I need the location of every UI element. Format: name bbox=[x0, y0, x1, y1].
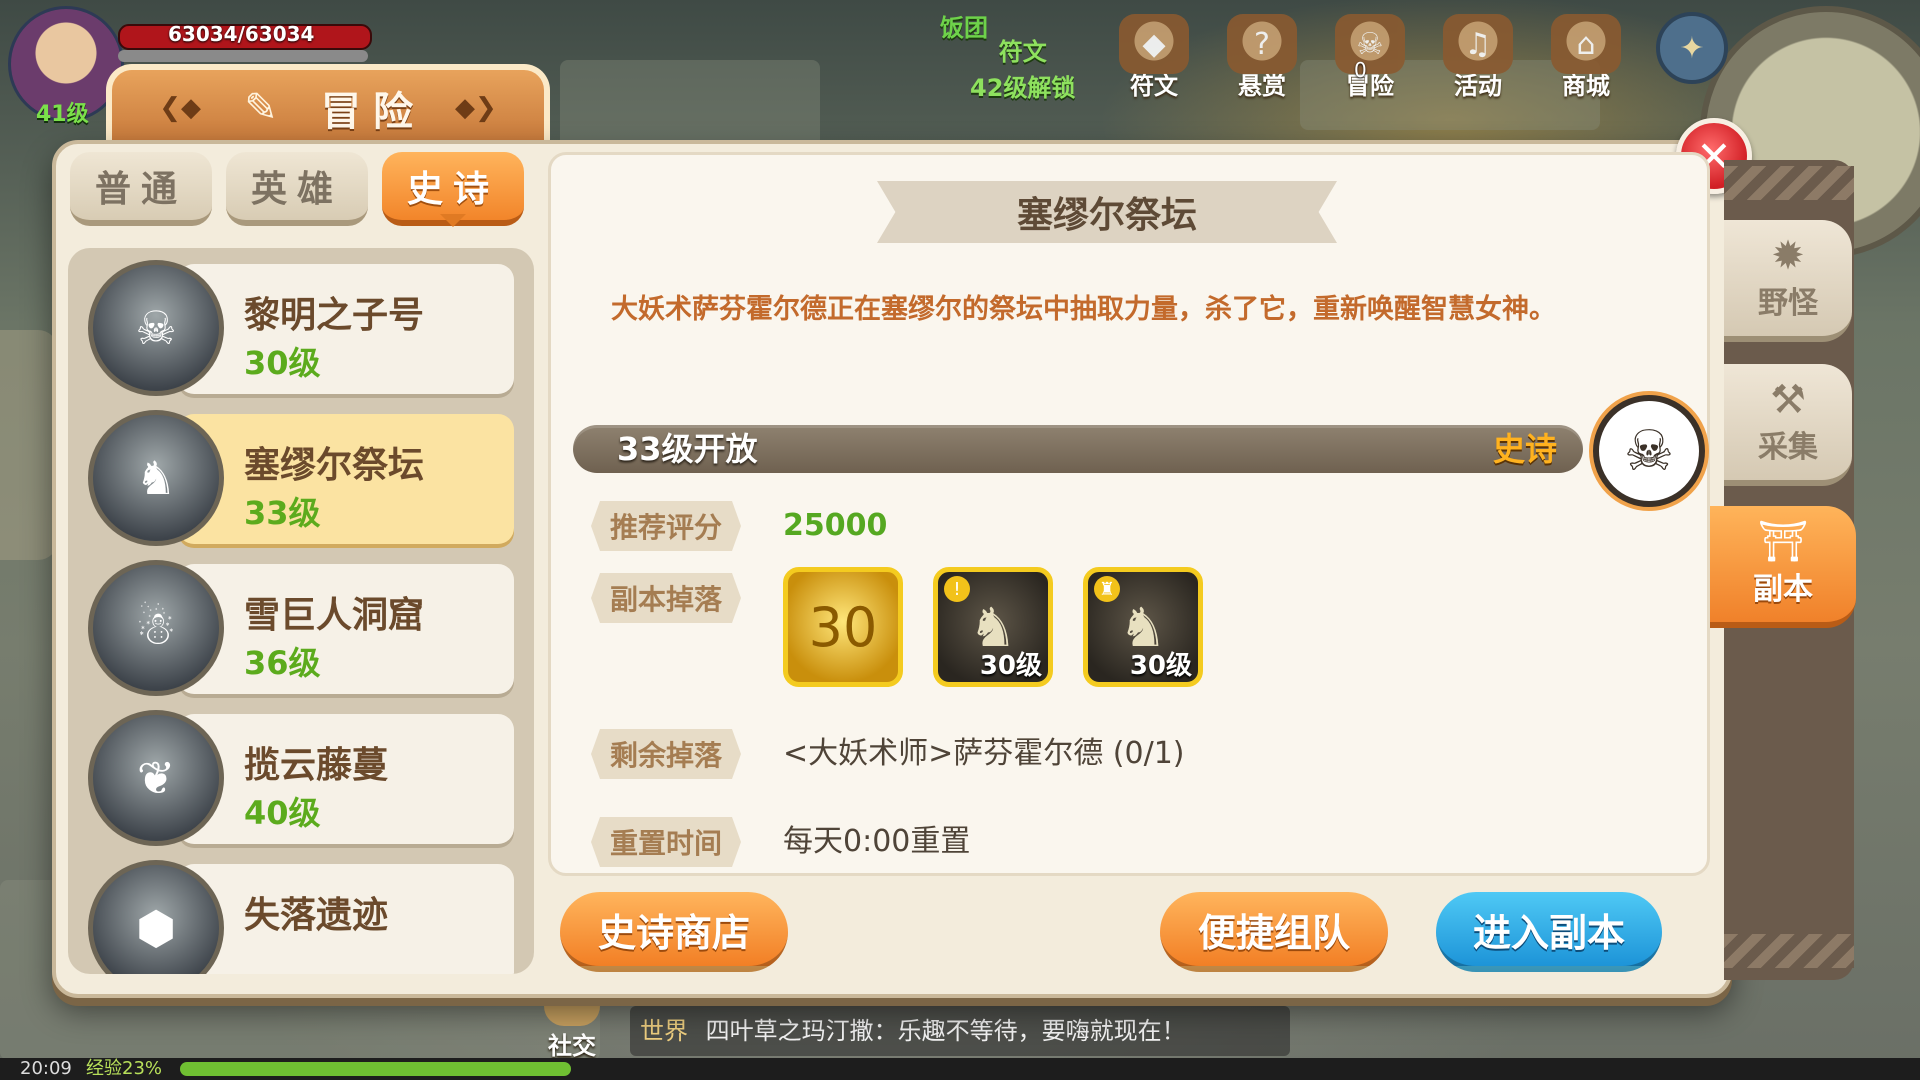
shadow-dragon-icon: ♞ bbox=[88, 410, 224, 546]
reset-time-value: 每天0:00重置 bbox=[783, 824, 971, 859]
dialog-title: 冒险 bbox=[321, 89, 425, 135]
side-tab-gather[interactable]: ⚒ 采集 bbox=[1724, 364, 1852, 486]
shop-icon: ⌂ bbox=[1551, 14, 1621, 74]
dungeon-level: 40级 bbox=[244, 794, 321, 832]
weapon-mark-icon: ! bbox=[944, 576, 970, 602]
drop-item-level: 30级 bbox=[1129, 651, 1192, 681]
chat-channel: 世界 bbox=[640, 1017, 688, 1045]
difficulty-rank-text: 史诗 bbox=[1492, 430, 1557, 468]
dungeon-description: 大妖术萨芬霍尔德正在塞缪尔的祭坛中抽取力量，杀了它，重新唤醒智慧女神。 bbox=[611, 294, 1556, 325]
difficulty-tabs: 普通 英雄 史诗 bbox=[70, 152, 524, 227]
side-tab-wild-monster[interactable]: ✹ 野怪 bbox=[1724, 220, 1852, 342]
adventure-badge-count: 0 bbox=[1354, 58, 1367, 82]
dungeon-level: 33级 bbox=[244, 494, 321, 532]
armor-mark-icon: ♜ bbox=[1094, 576, 1120, 602]
top-menu-bounty[interactable]: ? 悬赏 bbox=[1218, 14, 1306, 101]
top-menu-rune[interactable]: ◆ 符文 bbox=[1110, 14, 1198, 101]
drop-item-equipment[interactable]: ♜ ♞ 30级 bbox=[1083, 567, 1203, 687]
side-tab-label: 野怪 bbox=[1758, 286, 1818, 321]
dungeon-list[interactable]: ☠ 黎明之子号 30级 ♞ 塞缪尔祭坛 33级 ☃ 雪巨人洞窟 36级 ❦ 揽云… bbox=[68, 248, 534, 974]
pirate-captain-icon: ☠ bbox=[88, 260, 224, 396]
dungeon-name: 失落遗迹 bbox=[244, 895, 389, 936]
drop-items: 30 ! ♞ 30级 ♜ ♞ 30级 bbox=[783, 567, 1203, 687]
dungeon-name: 雪巨人洞窟 bbox=[244, 595, 425, 636]
tab-epic[interactable]: 史诗 bbox=[382, 152, 524, 227]
tab-hero[interactable]: 英雄 bbox=[226, 152, 368, 226]
dungeon-detail-panel: 塞缪尔祭坛 大妖术萨芬霍尔德正在塞缪尔的祭坛中抽取力量，杀了它，重新唤醒智慧女神… bbox=[548, 152, 1710, 876]
dungeon-item-cloud-vine[interactable]: ❦ 揽云藤蔓 40级 bbox=[68, 700, 534, 846]
skull-icon: ☠ bbox=[1593, 395, 1705, 507]
chat-message: 四叶草之玛汀撒：乐趣不等待，要嗨就现在！ bbox=[705, 1017, 1186, 1045]
dialog-title-tab: ❮◆ ✎ 冒险 ◆❯ bbox=[106, 64, 550, 146]
social-label: 社交 bbox=[548, 1032, 596, 1060]
open-level-text: 33级开放 bbox=[617, 430, 758, 468]
quick-team-button[interactable]: 便捷组队 bbox=[1160, 892, 1388, 972]
dungeon-name: 黎明之子号 bbox=[244, 295, 425, 336]
side-category-tabs: ✹ 野怪 ⚒ 采集 ⛩ 副本 bbox=[1710, 160, 1864, 980]
dungeon-item-samuel-altar[interactable]: ♞ 塞缪尔祭坛 33级 bbox=[68, 400, 534, 546]
ornament-left-icon: ❮◆ bbox=[159, 93, 201, 123]
quest-tracker-panel[interactable] bbox=[0, 330, 58, 560]
drop-item-level: 30级 bbox=[979, 651, 1042, 681]
dungeon-gate-icon: ⛩ bbox=[1757, 519, 1809, 565]
hp-text: 63034/63034 bbox=[168, 22, 315, 46]
tab-normal[interactable]: 普通 bbox=[70, 152, 212, 226]
bounty-icon: ? bbox=[1227, 14, 1297, 74]
side-tab-dungeon[interactable]: ⛩ 副本 bbox=[1710, 506, 1856, 628]
rune-icon: ◆ bbox=[1119, 14, 1189, 74]
exp-bar-fill bbox=[180, 1062, 571, 1076]
epic-shop-button[interactable]: 史诗商店 bbox=[560, 892, 788, 972]
open-level-bar: 33级开放 史诗 bbox=[573, 425, 1583, 473]
remaining-drops-label: 剩余掉落 bbox=[591, 729, 741, 779]
dungeon-name: 塞缪尔祭坛 bbox=[244, 445, 425, 486]
dungeon-level: 36级 bbox=[244, 644, 321, 682]
top-menu-shop[interactable]: ⌂ 商城 bbox=[1542, 14, 1630, 101]
detail-title-ribbon: 塞缪尔祭坛 bbox=[877, 181, 1337, 243]
compass-icon[interactable]: ✦ bbox=[1656, 12, 1728, 84]
gather-axe-icon: ⚒ bbox=[1770, 377, 1806, 423]
drop-item-equipment[interactable]: ! ♞ 30级 bbox=[933, 567, 1053, 687]
side-tab-label: 采集 bbox=[1758, 430, 1818, 465]
recommend-score-value: 25000 bbox=[783, 508, 888, 543]
remaining-drops-value: <大妖术师>萨芬霍尔德 (0/1) bbox=[783, 736, 1185, 771]
chat-bar[interactable]: 世界 四叶草之玛汀撒：乐趣不等待，要嗨就现在！ bbox=[630, 1006, 1290, 1056]
event-icon: ♫ bbox=[1443, 14, 1513, 74]
enter-dungeon-button[interactable]: 进入副本 bbox=[1436, 892, 1662, 972]
dungeon-name: 揽云藤蔓 bbox=[244, 745, 389, 786]
dungeon-item-lost-ruins[interactable]: ⬢ 失落遗迹 bbox=[68, 850, 534, 974]
wild-monster-icon: ✹ bbox=[1771, 233, 1805, 279]
mp-bar bbox=[118, 50, 368, 62]
rune-tip-title: 符文 bbox=[998, 38, 1047, 66]
rune-tip-lock: 42级解锁 bbox=[970, 74, 1076, 102]
top-menu-event[interactable]: ♫ 活动 bbox=[1434, 14, 1522, 101]
adventure-map-icon: ✎ bbox=[244, 85, 278, 131]
dungeon-drops-label: 副本掉落 bbox=[591, 573, 741, 623]
recommend-score-label: 推荐评分 bbox=[591, 501, 741, 551]
side-tab-label: 副本 bbox=[1753, 572, 1813, 607]
adventure-icon: ☠ bbox=[1335, 14, 1405, 74]
reset-time-label: 重置时间 bbox=[591, 817, 741, 867]
clock-text: 20:09 bbox=[20, 1058, 72, 1079]
coin-icon: 30 bbox=[808, 595, 878, 659]
detail-title: 塞缪尔祭坛 bbox=[1016, 195, 1197, 236]
vine-monster-icon: ❦ bbox=[88, 710, 224, 846]
exp-text: 经验23% bbox=[86, 1058, 163, 1079]
top-menu-adventure[interactable]: ☠ 冒险 bbox=[1326, 14, 1414, 101]
snow-giant-icon: ☃ bbox=[88, 560, 224, 696]
dungeon-item-snow-giant-cave[interactable]: ☃ 雪巨人洞窟 36级 bbox=[68, 550, 534, 696]
bottom-status-bar: 20:09 经验23% bbox=[0, 1058, 1920, 1080]
top-menu-icons: ◆ 符文 ? 悬赏 ☠ 冒险 ♫ 活动 ⌂ 商城 bbox=[1110, 14, 1630, 101]
rune-unlock-tip: 符文 42级解锁 bbox=[970, 34, 1075, 106]
ornament-right-icon: ◆❯ bbox=[455, 93, 497, 123]
dungeon-item-dawn-son[interactable]: ☠ 黎明之子号 30级 bbox=[68, 250, 534, 396]
player-level: 41级 bbox=[36, 102, 89, 127]
drop-item-coin[interactable]: 30 bbox=[783, 567, 903, 687]
dungeon-level: 30级 bbox=[244, 344, 321, 382]
